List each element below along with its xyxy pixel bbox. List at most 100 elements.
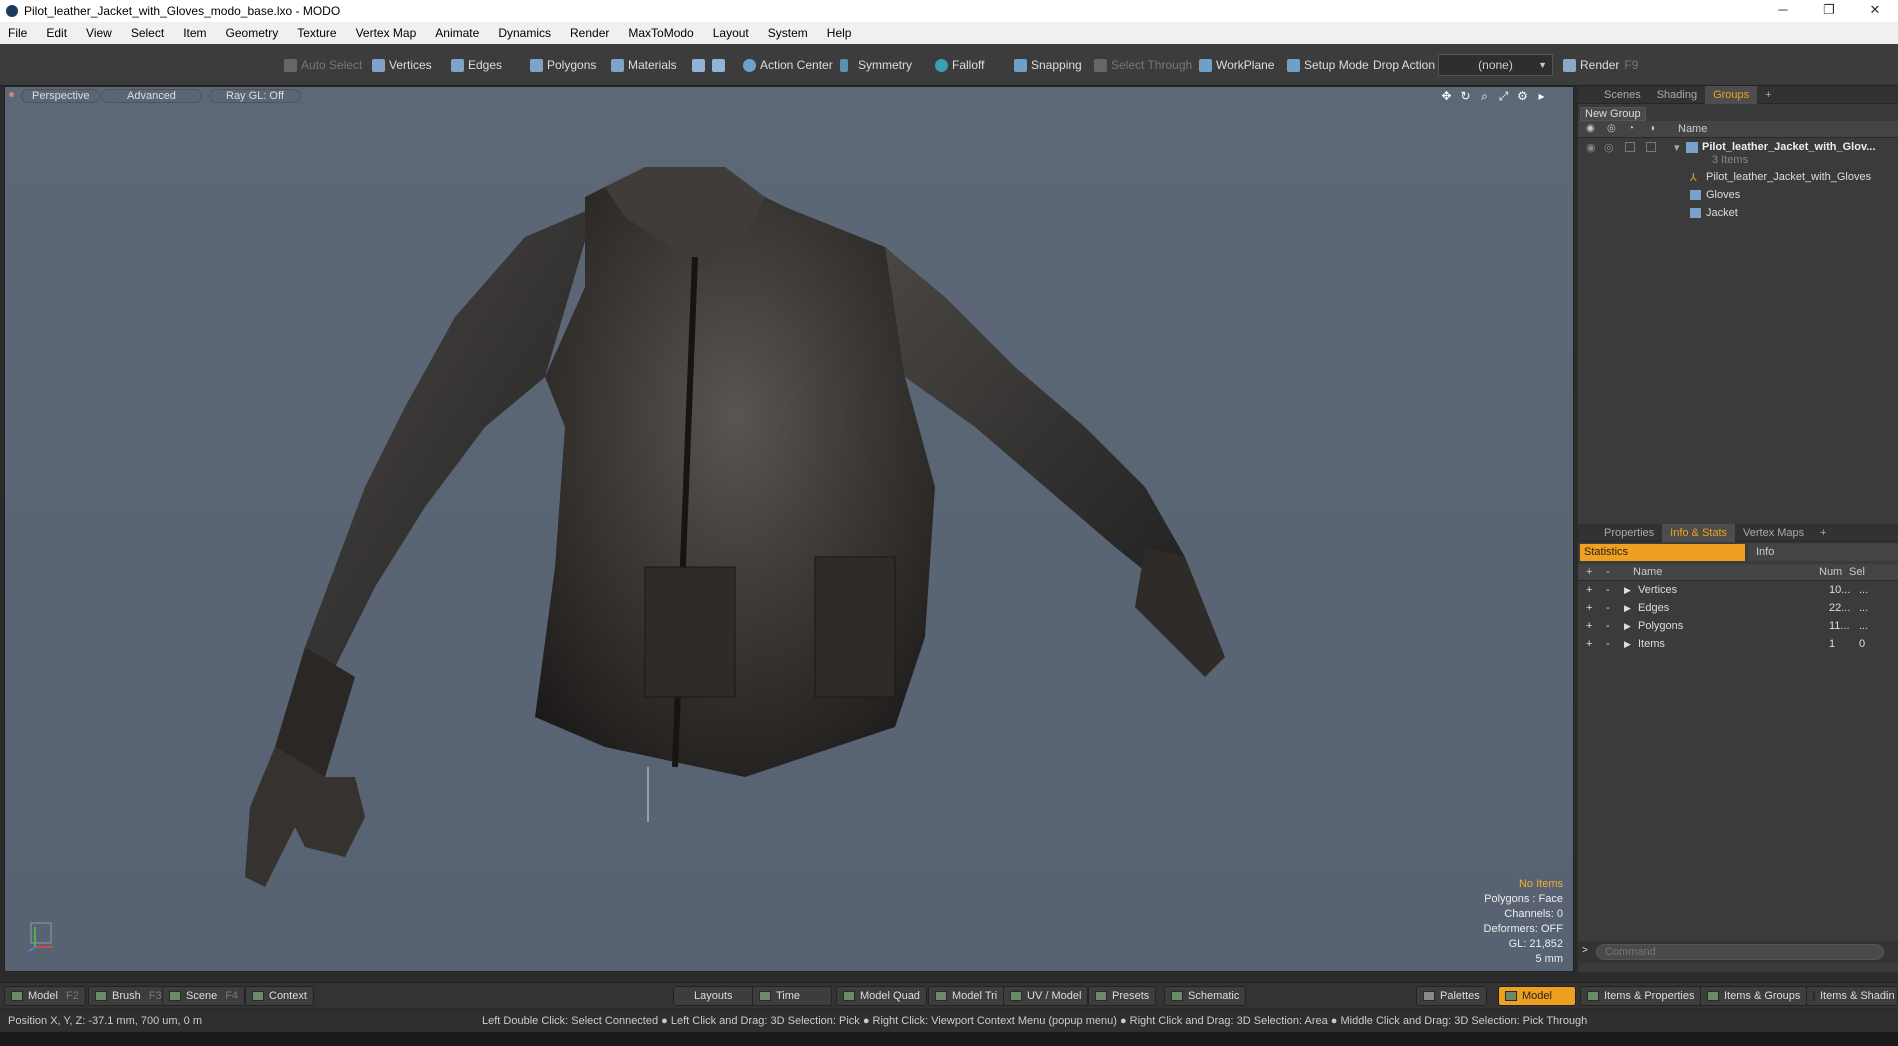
expand-arrow-icon[interactable]: ▶: [1624, 639, 1638, 650]
minimize-button[interactable]: ─: [1760, 0, 1806, 22]
tab-shading[interactable]: Shading: [1649, 86, 1705, 104]
command-input[interactable]: [1596, 944, 1884, 960]
menu-item[interactable]: Item: [183, 26, 206, 40]
scene-layout-button[interactable]: Scene F4: [162, 986, 246, 1006]
group-child-row[interactable]: ⅄ Pilot_leather_Jacket_with_Gloves: [1690, 168, 1871, 186]
axis-gizmo: [28, 922, 53, 952]
group-child-row[interactable]: Jacket: [1690, 204, 1738, 222]
model-layout-button[interactable]: Model F2: [4, 986, 86, 1006]
model-quad-button[interactable]: Model Quad: [836, 986, 927, 1006]
select-box[interactable]: [1646, 142, 1656, 152]
menu-animate[interactable]: Animate: [435, 26, 479, 40]
menu-render[interactable]: Render: [570, 26, 609, 40]
add-tab-icon[interactable]: +: [1812, 524, 1834, 542]
snapping-button[interactable]: Snapping: [1014, 54, 1082, 76]
vertices-button[interactable]: Vertices: [372, 54, 432, 76]
drop-action-select[interactable]: (none) ▼: [1438, 54, 1553, 76]
palettes-icon: [1423, 991, 1435, 1001]
command-arrow-icon[interactable]: >: [1582, 945, 1588, 956]
action-center-button[interactable]: Action Center: [743, 54, 833, 76]
menu-edit[interactable]: Edit: [46, 26, 67, 40]
maximize-button[interactable]: ❐: [1806, 0, 1852, 22]
tab-vertex-maps[interactable]: Vertex Maps: [1735, 524, 1812, 542]
menu-help[interactable]: Help: [827, 26, 852, 40]
auto-select-icon: [284, 58, 297, 72]
shield-icon: [712, 58, 725, 72]
select-mode-b-button[interactable]: [712, 54, 729, 76]
table-row[interactable]: + - ▶ Polygons 11......: [1586, 617, 1896, 635]
status-bar: Position X, Y, Z: -37.1 mm, 700 um, 0 m …: [0, 1010, 1898, 1032]
statistics-tab[interactable]: Statistics: [1580, 544, 1745, 561]
child-name: Jacket: [1706, 207, 1738, 219]
palettes-button[interactable]: Palettes: [1416, 986, 1487, 1006]
magnet-icon: [1014, 58, 1027, 72]
add-tab-icon[interactable]: +: [1757, 86, 1779, 104]
eye-icon[interactable]: ◉: [1586, 141, 1604, 154]
menu-texture[interactable]: Texture: [297, 26, 336, 40]
table-row[interactable]: + - ▶ Vertices 10......: [1586, 581, 1896, 599]
falloff-button[interactable]: Falloff: [935, 54, 984, 76]
close-button[interactable]: ✕: [1852, 0, 1898, 22]
polygons-button[interactable]: Polygons: [530, 54, 596, 76]
expand-all-icon[interactable]: +: [1586, 566, 1592, 578]
menu-select[interactable]: Select: [131, 26, 164, 40]
new-group-button[interactable]: New Group: [1580, 107, 1646, 121]
auto-select-button[interactable]: Auto Select: [284, 54, 362, 76]
grid-scale-text: 5 mm: [1535, 953, 1564, 965]
select-mode-a-button[interactable]: [692, 54, 709, 76]
position-readout: Position X, Y, Z: -37.1 mm, 700 um, 0 m: [8, 1015, 203, 1027]
render-button[interactable]: Render F9: [1563, 54, 1638, 76]
info-tab[interactable]: Info: [1748, 544, 1898, 561]
render-icon[interactable]: ◎: [1604, 141, 1625, 154]
workplane-button[interactable]: WorkPlane: [1199, 54, 1274, 76]
menu-maxtomodo[interactable]: MaxToModo: [628, 26, 693, 40]
setup-mode-button[interactable]: Setup Mode: [1287, 54, 1369, 76]
brush-layout-button[interactable]: Brush F3: [88, 986, 169, 1006]
new-group-row: New Group: [1578, 104, 1898, 121]
materials-button[interactable]: Materials: [611, 54, 677, 76]
menu-file[interactable]: File: [8, 26, 27, 40]
time-layout-button[interactable]: Time: [752, 986, 832, 1006]
menu-geometry[interactable]: Geometry: [226, 26, 279, 40]
context-layout-button[interactable]: Context: [245, 986, 314, 1006]
group-child-row[interactable]: Gloves: [1690, 186, 1740, 204]
items-properties-button[interactable]: Items & Properties: [1580, 986, 1702, 1006]
items-shading-button[interactable]: Items & Shadin: [1806, 986, 1898, 1006]
menu-layout[interactable]: Layout: [713, 26, 749, 40]
menu-vertex-map[interactable]: Vertex Map: [356, 26, 417, 40]
tab-scenes[interactable]: Scenes: [1596, 86, 1649, 104]
menu-view[interactable]: View: [86, 26, 112, 40]
symmetry-button[interactable]: Symmetry: [840, 54, 912, 76]
no-items-text: No Items: [1518, 878, 1563, 890]
child-name: Pilot_leather_Jacket_with_Gloves: [1706, 171, 1872, 183]
symmetry-icon: [840, 58, 848, 72]
tab-groups[interactable]: Groups: [1705, 85, 1758, 104]
model-tri-button[interactable]: Model Tri: [928, 986, 1005, 1006]
layouts-button[interactable]: Layouts: [673, 986, 754, 1006]
tab-info-stats[interactable]: Info & Stats: [1662, 523, 1736, 542]
model-active-tab[interactable]: Model: [1498, 986, 1576, 1006]
collapse-arrow-icon[interactable]: ▾: [1674, 141, 1686, 154]
table-row[interactable]: + - ▶ Items 1 0: [1586, 635, 1896, 653]
items-groups-button[interactable]: Items & Groups: [1700, 986, 1808, 1006]
command-row: >: [1578, 941, 1898, 963]
edges-button[interactable]: Edges: [451, 54, 502, 76]
expand-arrow-icon[interactable]: ▶: [1624, 585, 1638, 596]
collapse-all-icon[interactable]: -: [1606, 566, 1610, 578]
uv-model-button[interactable]: UV / Model: [1003, 986, 1089, 1006]
menu-system[interactable]: System: [768, 26, 808, 40]
table-row[interactable]: + - ▶ Edges 22......: [1586, 599, 1896, 617]
expand-arrow-icon[interactable]: ▶: [1624, 603, 1638, 614]
presets-button[interactable]: Presets: [1088, 986, 1157, 1006]
menu-dynamics[interactable]: Dynamics: [498, 26, 551, 40]
schematic-button[interactable]: Schematic: [1164, 986, 1247, 1006]
title-bar: Pilot_leather_Jacket_with_Gloves_modo_ba…: [0, 0, 1898, 22]
expand-arrow-icon[interactable]: ▶: [1624, 621, 1638, 632]
3d-viewport[interactable]: Perspective Advanced Ray GL: Off ✥ ↻ ⌕ ⤢…: [4, 86, 1574, 972]
select-through-button[interactable]: Select Through: [1094, 54, 1192, 76]
lock-box[interactable]: [1625, 142, 1635, 152]
tab-properties[interactable]: Properties: [1596, 524, 1662, 542]
menu-bar: File Edit View Select Item Geometry Text…: [0, 22, 1898, 44]
mesh-icon: [1690, 208, 1701, 218]
main-toolbar: Auto Select Vertices Edges Polygons Mate…: [0, 44, 1898, 86]
